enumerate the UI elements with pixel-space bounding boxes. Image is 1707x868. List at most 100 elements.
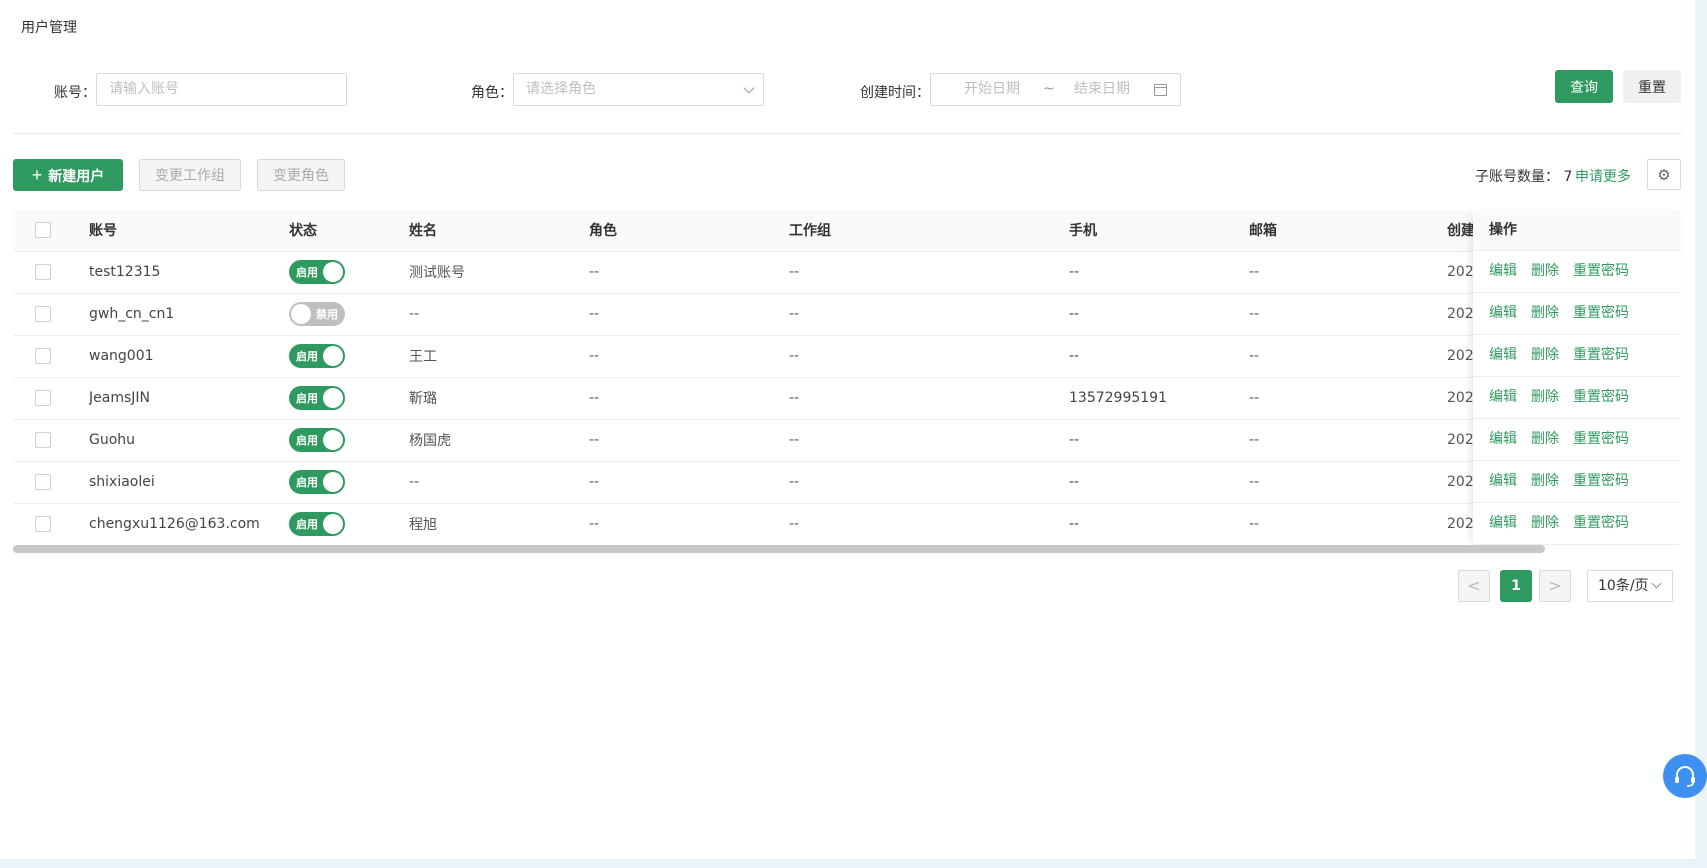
status-toggle[interactable]: 启用 — [289, 260, 345, 284]
reset-password-link[interactable]: 重置密码 — [1573, 431, 1629, 447]
account-filter-label: 账号： — [54, 85, 96, 101]
toggle-knob — [291, 304, 311, 324]
gear-icon: ⚙ — [1657, 165, 1671, 184]
edit-link[interactable]: 编辑 — [1489, 431, 1517, 447]
toggle-knob — [323, 472, 343, 492]
cell-role: -- — [589, 419, 789, 462]
toggle-knob — [323, 262, 343, 282]
edit-link[interactable]: 编辑 — [1489, 263, 1517, 279]
apply-more-link[interactable]: 申请更多 — [1575, 166, 1631, 186]
status-toggle[interactable]: 禁用 — [289, 302, 345, 326]
cell-group: -- — [789, 293, 1069, 336]
cell-role: -- — [589, 251, 789, 294]
cell-account: gwh_cn_cn1 — [89, 293, 289, 336]
cell-account: shixiaolei — [89, 461, 289, 504]
chevron-down-icon — [743, 82, 755, 94]
user-table: 账号 状态 姓名 角色 工作组 手机 邮箱 创建 test12315 启用 测试账号… — [13, 210, 1681, 545]
role-select-placeholder: 请选择角色 — [526, 81, 596, 97]
change-role-button[interactable]: 变更角色 — [257, 159, 345, 191]
status-toggle[interactable]: 启用 — [289, 470, 345, 494]
delete-link[interactable]: 删除 — [1531, 389, 1559, 405]
reset-password-link[interactable]: 重置密码 — [1573, 347, 1629, 363]
role-select[interactable]: 请选择角色 — [513, 73, 764, 106]
delete-link[interactable]: 删除 — [1531, 347, 1559, 363]
toggle-knob — [323, 430, 343, 450]
table-row: wang001 启用 王工 -- -- -- -- 202 — [13, 335, 1681, 378]
next-page-button[interactable]: > — [1539, 570, 1571, 602]
edit-link[interactable]: 编辑 — [1489, 347, 1517, 363]
row-checkbox[interactable] — [35, 348, 51, 364]
delete-link[interactable]: 删除 — [1531, 473, 1559, 489]
plus-icon: + — [31, 164, 43, 185]
end-date-input[interactable]: 结束日期 — [1074, 74, 1130, 105]
page-size-select[interactable]: 10条/页 — [1587, 570, 1673, 602]
customer-support-button[interactable] — [1663, 754, 1707, 798]
cell-name: 靳璐 — [409, 377, 589, 420]
status-toggle[interactable]: 启用 — [289, 512, 345, 536]
row-checkbox[interactable] — [35, 306, 51, 322]
cell-phone: -- — [1069, 251, 1249, 294]
status-toggle-label: 启用 — [296, 518, 318, 531]
query-button[interactable]: 查询 — [1555, 70, 1613, 103]
reset-password-link[interactable]: 重置密码 — [1573, 515, 1629, 531]
operation-row: 编辑 删除 重置密码 — [1473, 419, 1681, 461]
cell-email: -- — [1249, 503, 1447, 545]
delete-link[interactable]: 删除 — [1531, 305, 1559, 321]
account-input-placeholder: 请输入账号 — [109, 81, 179, 97]
reset-button[interactable]: 重置 — [1623, 70, 1681, 103]
cell-group: -- — [789, 419, 1069, 462]
row-checkbox[interactable] — [35, 474, 51, 490]
row-checkbox[interactable] — [35, 390, 51, 406]
headset-icon — [1675, 766, 1695, 787]
start-date-input[interactable]: 开始日期 — [964, 74, 1020, 105]
cell-phone: -- — [1069, 419, 1249, 462]
table-row: test12315 启用 测试账号 -- -- -- -- 202 — [13, 251, 1681, 294]
edit-link[interactable]: 编辑 — [1489, 515, 1517, 531]
page-1-button[interactable]: 1 — [1500, 570, 1532, 602]
status-toggle-label: 启用 — [296, 350, 318, 363]
new-user-button[interactable]: + 新建用户 — [13, 159, 123, 191]
row-checkbox[interactable] — [35, 264, 51, 280]
status-toggle-label: 启用 — [296, 476, 318, 489]
page-size-value: 10条/页 — [1598, 578, 1649, 594]
table-settings-button[interactable]: ⚙ — [1647, 159, 1681, 190]
horizontal-scrollbar[interactable] — [13, 545, 1545, 553]
status-toggle[interactable]: 启用 — [289, 428, 345, 452]
toggle-knob — [323, 388, 343, 408]
prev-page-button[interactable]: < — [1458, 570, 1490, 602]
status-toggle[interactable]: 启用 — [289, 344, 345, 368]
operation-row: 编辑 删除 重置密码 — [1473, 335, 1681, 377]
edit-link[interactable]: 编辑 — [1489, 473, 1517, 489]
cell-email: -- — [1249, 461, 1447, 504]
delete-link[interactable]: 删除 — [1531, 263, 1559, 279]
status-toggle-label: 启用 — [296, 434, 318, 447]
cell-name: -- — [409, 293, 589, 336]
operation-row: 编辑 删除 重置密码 — [1473, 377, 1681, 419]
select-all-checkbox[interactable] — [35, 222, 51, 239]
edit-link[interactable]: 编辑 — [1489, 389, 1517, 405]
cell-group: -- — [789, 461, 1069, 504]
column-header-group: 工作组 — [789, 210, 1069, 252]
row-checkbox[interactable] — [35, 432, 51, 448]
change-group-button[interactable]: 变更工作组 — [139, 159, 241, 191]
cell-role: -- — [589, 503, 789, 545]
delete-link[interactable]: 删除 — [1531, 431, 1559, 447]
page-title: 用户管理 — [21, 20, 77, 36]
row-checkbox[interactable] — [35, 516, 51, 532]
reset-password-link[interactable]: 重置密码 — [1573, 305, 1629, 321]
column-header-operation: 操作 — [1473, 210, 1681, 251]
edit-link[interactable]: 编辑 — [1489, 305, 1517, 321]
status-toggle[interactable]: 启用 — [289, 386, 345, 410]
reset-password-link[interactable]: 重置密码 — [1573, 389, 1629, 405]
cell-name: 程旭 — [409, 503, 589, 545]
reset-password-link[interactable]: 重置密码 — [1573, 263, 1629, 279]
cell-name: 王工 — [409, 335, 589, 378]
reset-password-link[interactable]: 重置密码 — [1573, 473, 1629, 489]
cell-name: 测试账号 — [409, 251, 589, 294]
account-input[interactable]: 请输入账号 — [96, 73, 347, 106]
table-row: gwh_cn_cn1 禁用 -- -- -- -- -- 202 — [13, 293, 1681, 336]
table-row: JeamsJIN 启用 靳璐 -- -- 13572995191 -- 202 — [13, 377, 1681, 420]
date-range-picker[interactable]: 开始日期 ~ 结束日期 — [930, 73, 1181, 106]
cell-email: -- — [1249, 293, 1447, 336]
delete-link[interactable]: 删除 — [1531, 515, 1559, 531]
